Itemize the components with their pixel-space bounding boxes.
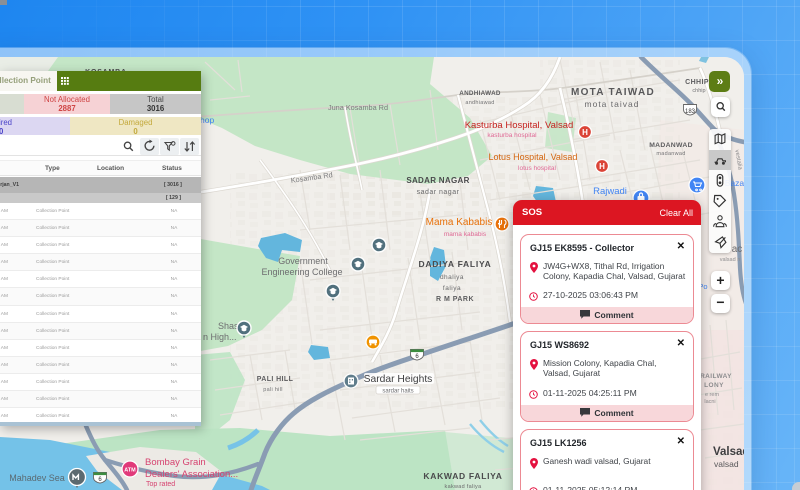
svg-text:Top rated: Top rated [146, 481, 175, 488]
svg-text:valsad: valsad [714, 459, 739, 469]
svg-text:Engineering College: Engineering College [261, 267, 342, 277]
svg-text:RAILWAY: RAILWAY [700, 373, 732, 380]
svg-text:SADAR NAGAR: SADAR NAGAR [406, 176, 469, 185]
svg-text:Government: Government [278, 256, 328, 266]
svg-text:MADANWAD: MADANWAD [649, 142, 693, 149]
svg-text:lotus hospital: lotus hospital [518, 165, 556, 172]
svg-text:dhaliya: dhaliya [440, 274, 464, 281]
svg-text:chhip: chhip [692, 88, 705, 94]
svg-text:183: 183 [685, 109, 696, 115]
svg-text:Lotus Hospital, Valsad: Lotus Hospital, Valsad [489, 152, 578, 162]
svg-text:andhiawad: andhiawad [465, 100, 494, 106]
svg-text:H: H [599, 162, 605, 171]
svg-text:Mama Kababis: Mama Kababis [426, 217, 493, 228]
svg-text:PALI HILL: PALI HILL [257, 376, 294, 383]
svg-text:sardar haits: sardar haits [382, 389, 413, 395]
svg-text:mama kababis: mama kababis [444, 231, 487, 238]
svg-text:ac: ac [732, 244, 743, 255]
svg-text:madanwad: madanwad [656, 151, 685, 157]
svg-text:Juna Kosamba Rd: Juna Kosamba Rd [328, 103, 388, 112]
svg-text:kakwad faliya: kakwad faliya [445, 484, 483, 490]
svg-text:n High...: n High... [203, 332, 237, 342]
svg-text:Bombay Grain: Bombay Grain [145, 457, 206, 468]
svg-text:ATM: ATM [124, 468, 136, 474]
svg-text:sadar nagar: sadar nagar [417, 189, 460, 196]
svg-text:Sardar Heights: Sardar Heights [364, 374, 433, 385]
svg-text:H: H [582, 128, 588, 137]
svg-text:Kasturba Hospital, Valsad: Kasturba Hospital, Valsad [465, 120, 574, 131]
svg-text:faliya: faliya [443, 285, 461, 292]
svg-text:mota taivad: mota taivad [585, 99, 640, 109]
svg-text:lacni: lacni [704, 399, 715, 405]
svg-text:KAKWAD FALIYA: KAKWAD FALIYA [423, 471, 502, 481]
svg-text:pali hill: pali hill [263, 387, 283, 393]
svg-text:LONY: LONY [704, 382, 724, 389]
svg-text:e rem: e rem [705, 392, 719, 398]
svg-text:CHHIP: CHHIP [685, 79, 709, 86]
svg-text:Mahadev Sea: Mahadev Sea [9, 473, 65, 483]
svg-text:MOTA TAIWAD: MOTA TAIWAD [571, 87, 655, 98]
svg-text:R M PARK: R M PARK [436, 296, 474, 303]
svg-text:Rajwadi: Rajwadi [593, 186, 627, 197]
svg-text:kasturba hospital: kasturba hospital [487, 132, 537, 139]
svg-text:Valsad: Valsad [713, 446, 744, 458]
svg-text:ANDHIAWAD: ANDHIAWAD [459, 90, 501, 97]
svg-text:DADIYA FALIYA: DADIYA FALIYA [418, 259, 491, 269]
svg-text:Dealers' Association...: Dealers' Association... [145, 469, 238, 480]
svg-text:valsad n: valsad n [720, 257, 741, 263]
